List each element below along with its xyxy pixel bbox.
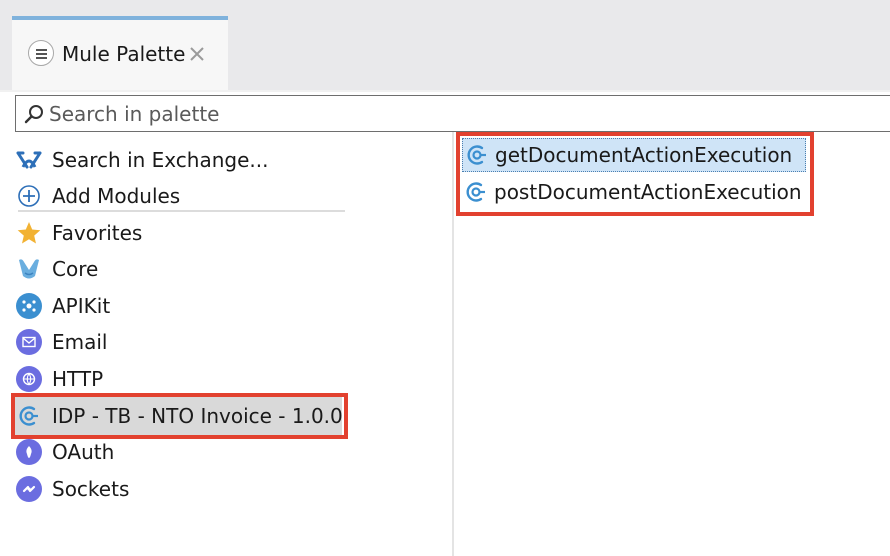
module-label: Email xyxy=(52,330,108,354)
tab-title: Mule Palette xyxy=(62,42,186,66)
list-divider xyxy=(18,210,345,212)
operation-get-document-action-execution[interactable]: getDocumentActionExecution xyxy=(462,138,806,172)
module-favorites[interactable]: Favorites xyxy=(14,215,142,251)
tab-separator xyxy=(0,90,890,92)
module-label: IDP - TB - NTO Invoice - 1.0.0 xyxy=(52,404,343,428)
core-mule-icon xyxy=(14,254,44,284)
module-label: APIKit xyxy=(52,294,111,318)
tab-bar: Mule Palette xyxy=(0,0,890,90)
module-label: OAuth xyxy=(52,440,115,464)
add-modules-item[interactable]: Add Modules xyxy=(14,178,180,214)
http-icon xyxy=(14,364,44,394)
menu-icon[interactable] xyxy=(28,40,54,66)
module-http[interactable]: HTTP xyxy=(14,361,103,397)
operation-label: postDocumentActionExecution xyxy=(494,180,802,204)
module-label: Favorites xyxy=(52,221,143,245)
operation-icon xyxy=(463,141,491,169)
search-icon xyxy=(24,105,43,124)
connector-icon xyxy=(14,401,44,431)
exchange-icon xyxy=(14,145,44,175)
star-icon xyxy=(14,218,44,248)
module-oauth[interactable]: OAuth xyxy=(14,434,114,470)
operation-post-document-action-execution[interactable]: postDocumentActionExecution xyxy=(462,175,802,209)
operation-label: getDocumentActionExecution xyxy=(495,143,793,167)
module-core[interactable]: Core xyxy=(14,251,98,287)
module-email[interactable]: Email xyxy=(14,324,108,360)
close-icon[interactable] xyxy=(188,45,206,63)
tab-mule-palette[interactable]: Mule Palette xyxy=(12,16,228,90)
module-label: Sockets xyxy=(52,477,130,501)
email-icon xyxy=(14,327,44,357)
oauth-icon xyxy=(14,437,44,467)
module-label: HTTP xyxy=(52,367,104,391)
search-input[interactable] xyxy=(49,99,849,128)
palette-search xyxy=(15,95,890,132)
module-label: Core xyxy=(52,257,99,281)
module-sockets[interactable]: Sockets xyxy=(14,471,129,507)
search-exchange-label: Search in Exchange... xyxy=(52,148,269,172)
module-apikit[interactable]: APIKit xyxy=(14,288,110,324)
add-modules-label: Add Modules xyxy=(52,184,181,208)
module-idp-tb-nto-invoice[interactable]: IDP - TB - NTO Invoice - 1.0.0 xyxy=(14,398,343,434)
plus-circle-icon xyxy=(14,181,44,211)
apikit-icon xyxy=(14,291,44,321)
operations-panel: getDocumentActionExecution postDocumentA… xyxy=(454,132,890,556)
sockets-icon xyxy=(14,474,44,504)
search-exchange-item[interactable]: Search in Exchange... xyxy=(14,142,268,178)
operation-icon xyxy=(462,178,490,206)
